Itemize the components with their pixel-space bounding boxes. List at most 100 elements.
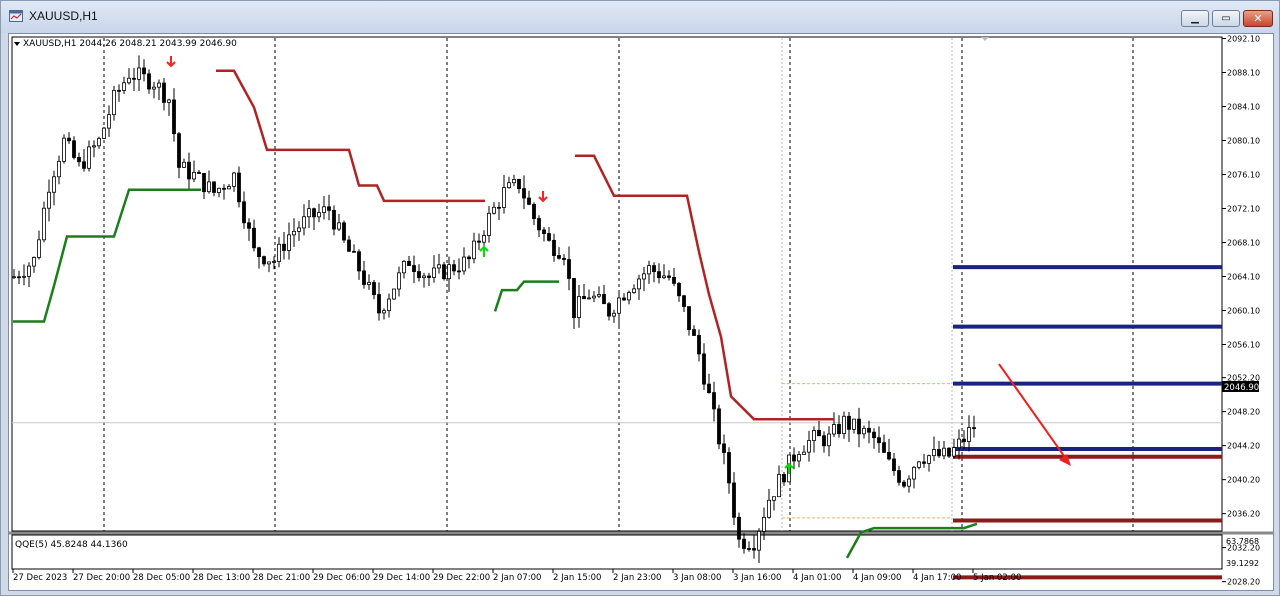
candle-body [232,172,236,187]
candle-body [457,270,461,273]
candle-body [947,447,951,457]
candle-body [512,179,516,184]
candle-body [612,312,616,317]
candle-body [202,173,206,193]
candle-body [717,408,721,445]
candle-body [802,451,806,455]
candle-body [357,251,361,272]
candle-body [577,296,581,318]
candle-body [642,273,646,280]
candle-body [292,230,296,236]
chart-client-area[interactable]: 2092.10 2088.10 2084.10 2080.10 2076.10 2072.… [8,33,1274,591]
current-price-label: 2046.90 [1222,381,1259,393]
time-tick-label: 3 Jan 08:00 [673,573,721,583]
indicator-header: QQE(5) 45.8248 44.1360 [15,540,128,550]
candle-body [972,427,976,430]
candle-body [382,310,386,314]
candle-body [367,282,371,285]
candle-body [332,209,336,230]
candle-body [857,418,861,435]
candle-body [522,188,526,199]
minimize-button[interactable]: ▁ [1181,10,1209,27]
candle-body [417,271,421,279]
time-tick-label: 3 Jan 16:00 [733,573,781,583]
candle-body [432,267,436,278]
candle-body [352,250,356,253]
candle-body [167,99,171,103]
candle-body [422,275,426,279]
candle-body [97,138,101,147]
candle-body [122,82,126,91]
price-scale: 2092.10 2088.10 2084.10 2080.10 2076.10 2072.… [1222,35,1260,587]
candle-body [837,424,841,434]
price-chart[interactable]: 2092.10 2088.10 2084.10 2080.10 2076.10 2072.… [9,34,1273,590]
maximize-button[interactable]: ▭ [1212,10,1240,27]
candle-body [667,275,671,278]
candle-body [337,222,341,230]
candle-body [602,294,606,305]
candle-body [527,197,531,205]
candle-body [797,454,801,462]
candle-body [442,264,446,280]
candle-body [402,260,406,274]
candle-body [172,99,176,135]
candle-body [92,145,96,148]
title-bar[interactable]: XAUUSD,H1 ▁ ▭ ✕ [1,1,1279,33]
candle-body [887,451,891,460]
candle-body [182,161,186,168]
candle-body [297,227,301,232]
candle-body [637,278,641,290]
candle-body [162,82,166,103]
time-tick-label: 5 Jan 02:00 [973,573,1021,583]
candle-body [912,466,916,480]
candle-body [192,171,196,180]
candle-body [267,261,271,265]
candle-body [197,171,201,174]
candle-body [47,191,51,209]
candle-body [737,516,741,540]
candle-body [262,256,266,265]
candle-body [147,73,151,90]
candle-body [462,256,466,272]
indicator-frame [11,534,1223,570]
candle-body [72,140,76,158]
candle-body [12,276,16,279]
candle-body [792,454,796,462]
candle-body [922,461,926,464]
candle-body [447,264,451,280]
candle-body [107,114,111,129]
candle-body [302,216,306,229]
candle-body [327,206,331,211]
candle-body [212,181,216,193]
time-tick-label: 2 Jan 23:00 [613,573,661,583]
candle-body [952,447,956,457]
svg-text:2046.90: 2046.90 [1224,383,1259,393]
close-button[interactable]: ✕ [1243,10,1273,27]
candle-body [482,235,486,243]
candle-body [812,430,816,441]
candle-body [687,306,691,330]
candle-body [312,208,316,218]
candle-body [942,447,946,457]
price-tick-label: 2036.20 [1227,510,1260,519]
candle-body [967,427,971,442]
candle-body [962,438,966,442]
candle-body [557,255,561,259]
candle-body [677,283,681,297]
candle-body [907,478,911,487]
candle-body [767,499,771,518]
maximize-icon: ▭ [1221,13,1231,24]
candle-body [187,161,191,180]
candle-body [682,295,686,307]
price-tick-label: 2072.10 [1227,205,1260,214]
candle-body [782,474,786,483]
candle-body [712,392,716,410]
terminal-window: XAUUSD,H1 ▁ ▭ ✕ 2092.10 2088.10 2084.10 208… [0,0,1280,596]
candle-body [917,461,921,468]
candle-body [507,182,511,189]
indicator-scale-top: 63.7868 [1226,537,1259,546]
candle-body [472,240,476,260]
candle-body [412,265,416,272]
candle-body [622,297,626,301]
candle-body [582,296,586,300]
